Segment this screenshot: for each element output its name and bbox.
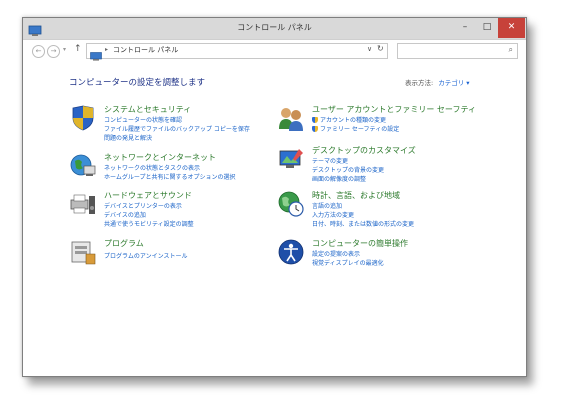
maximize-button[interactable]: □ <box>476 18 498 38</box>
monitor-brush-icon[interactable] <box>277 145 305 173</box>
category-link[interactable]: 日付、時刻、または数値の形式の変更 <box>312 219 414 228</box>
page-title: コンピューターの設定を調整します <box>69 78 206 88</box>
forward-button[interactable]: → <box>47 45 60 58</box>
printer-speaker-icon[interactable] <box>69 190 97 218</box>
category-title[interactable]: コンピューターの簡単操作 <box>312 238 408 249</box>
category-title[interactable]: デスクトップのカスタマイズ <box>312 145 416 156</box>
category-link[interactable]: 視覚ディスプレイの最適化 <box>312 258 384 267</box>
category-network-internet: ネットワークとインターネット ネットワークの状態とタスクの表示 ホームグループと… <box>69 152 289 186</box>
category-link[interactable]: テーマの変更 <box>312 156 348 165</box>
network-globe-icon[interactable] <box>69 152 97 180</box>
category-appearance: デスクトップのカスタマイズ テーマの変更 デスクトップの背景の変更 画面の解像度… <box>277 145 497 185</box>
address-bar[interactable]: ▸ コントロール パネル ∨ ↻ <box>86 43 388 61</box>
shield-flag-icon[interactable] <box>69 104 97 132</box>
category-link[interactable]: デバイスとプリンターの表示 <box>104 201 182 210</box>
category-title[interactable]: ネットワークとインターネット <box>104 152 216 163</box>
clock-globe-icon[interactable] <box>277 190 305 218</box>
recent-locations-button[interactable]: ▾ <box>63 46 66 53</box>
category-link[interactable]: 設定の提案の表示 <box>312 249 360 258</box>
close-button[interactable]: ✕ <box>498 18 525 38</box>
address-toolbar: ← → ▾ ↑ ▸ コントロール パネル ∨ ↻ ⌕ <box>23 40 526 62</box>
control-panel-window: コントロール パネル – □ ✕ ← → ▾ ↑ ▸ コントロール パネル ∨ … <box>22 17 527 377</box>
back-button[interactable]: ← <box>32 45 45 58</box>
category-ease-of-access: コンピューターの簡単操作 設定の提案の表示 視覚ディスプレイの最適化 <box>277 238 497 272</box>
category-link[interactable]: アカウントの種類の変更 <box>312 115 386 124</box>
category-link[interactable]: ホームグループと共有に関するオプションの選択 <box>104 172 235 181</box>
category-link-label: ファミリー セーフティの設定 <box>320 126 400 133</box>
breadcrumb[interactable]: コントロール パネル <box>113 45 178 55</box>
category-title[interactable]: システムとセキュリティ <box>104 104 191 115</box>
category-link[interactable]: 共通で使うモビリティ設定の調整 <box>104 219 194 228</box>
minimize-button[interactable]: – <box>454 18 476 38</box>
view-by: 表示方法: カテゴリ ▾ <box>405 77 470 87</box>
refresh-button[interactable]: ↻ <box>377 44 384 53</box>
uac-shield-icon <box>312 117 318 123</box>
up-button[interactable]: ↑ <box>74 44 82 54</box>
category-link[interactable]: ネットワークの状態とタスクの表示 <box>104 163 200 172</box>
category-title[interactable]: ハードウェアとサウンド <box>104 190 192 201</box>
category-link[interactable]: ファイル履歴でファイルのバックアップ コピーを保存 <box>104 124 250 133</box>
title-bar[interactable]: コントロール パネル – □ ✕ <box>23 18 526 40</box>
category-clock-language-region: 時計、言語、および地域 言語の追加 入力方法の変更 日付、時刻、または数値の形式… <box>277 190 497 230</box>
address-dropdown-button[interactable]: ∨ <box>367 45 372 53</box>
search-input[interactable]: ⌕ <box>397 43 518 59</box>
category-link[interactable]: 問題の発見と解決 <box>104 133 152 142</box>
users-icon[interactable] <box>277 104 305 132</box>
search-icon[interactable]: ⌕ <box>509 45 513 55</box>
category-link[interactable]: コンピューターの状態を確認 <box>104 115 182 124</box>
category-title[interactable]: プログラム <box>104 238 144 249</box>
category-link[interactable]: 言語の追加 <box>312 201 342 210</box>
category-link[interactable]: ファミリー セーフティの設定 <box>312 124 399 133</box>
category-programs: プログラム プログラムのアンインストール <box>69 238 289 268</box>
view-by-dropdown[interactable]: カテゴリ ▾ <box>438 79 469 87</box>
category-link[interactable]: プログラムのアンインストール <box>104 251 187 260</box>
category-system-security: システムとセキュリティ コンピューターの状態を確認 ファイル履歴でファイルのバッ… <box>69 104 289 144</box>
category-link[interactable]: 画面の解像度の調整 <box>312 174 366 183</box>
category-title[interactable]: 時計、言語、および地域 <box>312 190 400 201</box>
breadcrumb-separator[interactable]: ▸ <box>105 46 108 53</box>
programs-box-icon[interactable] <box>69 238 97 266</box>
uac-shield-icon <box>312 126 318 132</box>
category-hardware-sound: ハードウェアとサウンド デバイスとプリンターの表示 デバイスの追加 共通で使うモ… <box>69 190 289 230</box>
window-title: コントロール パネル <box>237 23 312 32</box>
control-panel-path-icon <box>90 46 102 61</box>
ease-of-access-icon[interactable] <box>277 238 305 266</box>
category-title[interactable]: ユーザー アカウントとファミリー セーフティ <box>312 104 476 115</box>
category-link[interactable]: デスクトップの背景の変更 <box>312 165 384 174</box>
category-link[interactable]: デバイスの追加 <box>104 210 146 219</box>
category-link-label: アカウントの種類の変更 <box>320 117 387 124</box>
category-link[interactable]: 入力方法の変更 <box>312 210 354 219</box>
category-user-accounts: ユーザー アカウントとファミリー セーフティ アカウントの種類の変更 ファミリー… <box>277 104 497 138</box>
view-by-label: 表示方法: <box>405 79 434 87</box>
